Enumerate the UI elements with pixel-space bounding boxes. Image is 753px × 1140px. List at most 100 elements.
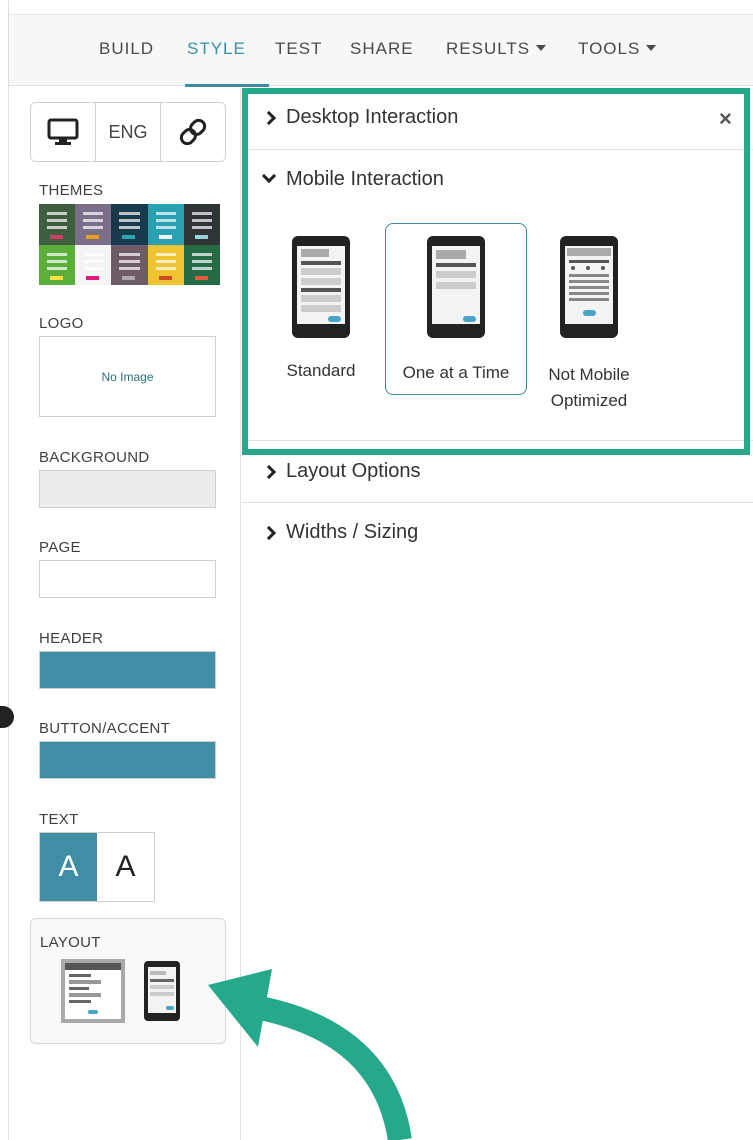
close-icon[interactable]: × <box>719 106 732 132</box>
theme-line <box>47 219 68 222</box>
theme-line <box>155 266 176 270</box>
view-toggle: ENG <box>30 102 226 162</box>
theme-line <box>119 259 140 263</box>
theme-line <box>83 219 104 222</box>
option-one-at-a-time[interactable]: One at a Time <box>385 223 527 395</box>
mobile-layout-icon[interactable] <box>140 957 184 1025</box>
mobile-interaction-label: Mobile Interaction <box>286 168 444 190</box>
background-color-picker[interactable] <box>39 470 216 508</box>
text-color-toggle: A A <box>39 832 155 902</box>
not-optimized-phone-icon <box>560 236 618 338</box>
chevron-right-icon <box>261 525 277 540</box>
nav-results-label: RESULTS <box>446 39 531 58</box>
language-label: ENG <box>108 121 148 142</box>
desktop-interaction-row[interactable]: Desktop Interaction <box>242 88 753 150</box>
layout-panel: LAYOUT <box>30 918 226 1044</box>
option-not-mobile-optimized[interactable]: Not Mobile Optimized <box>534 224 644 424</box>
theme-tile[interactable] <box>111 204 148 245</box>
option-standard-label: Standard <box>286 361 356 380</box>
option-one-at-a-time-label: One at a Time <box>402 363 510 382</box>
header-label: HEADER <box>39 630 104 647</box>
theme-accent <box>122 275 136 280</box>
theme-accent <box>122 235 136 239</box>
chevron-down-icon <box>261 168 277 183</box>
callout-arrow <box>208 969 412 1140</box>
option-standard[interactable]: Standard <box>276 224 366 380</box>
page-color-picker[interactable] <box>39 560 216 598</box>
nav-test[interactable]: TEST <box>275 39 322 59</box>
theme-line <box>47 252 68 256</box>
top-nav: BUILD STYLE TEST SHARE RESULTS TOOLS <box>9 14 753 87</box>
nav-style[interactable]: STYLE <box>187 39 246 59</box>
text-label: TEXT <box>39 811 79 828</box>
logo-upload[interactable]: No Image <box>39 336 216 417</box>
widths-sizing-row[interactable]: Widths / Sizing <box>242 503 753 565</box>
layout-options-label: Layout Options <box>286 460 421 482</box>
theme-line <box>47 266 68 270</box>
theme-accent <box>158 235 172 239</box>
layout-label: LAYOUT <box>40 934 101 951</box>
theme-line <box>83 212 104 215</box>
theme-line <box>155 212 176 215</box>
button-accent-label: BUTTON/ACCENT <box>39 720 171 737</box>
text-dark-option[interactable]: A <box>97 833 154 901</box>
theme-accent <box>50 235 63 239</box>
header-color-picker[interactable] <box>39 651 216 689</box>
nav-results[interactable]: RESULTS <box>446 39 547 59</box>
theme-tile[interactable] <box>147 244 184 285</box>
theme-tile[interactable] <box>75 204 112 245</box>
nav-share[interactable]: SHARE <box>350 39 414 59</box>
page-label: PAGE <box>39 539 81 556</box>
theme-tile[interactable] <box>147 204 184 245</box>
theme-line <box>155 219 176 222</box>
theme-line <box>119 219 140 222</box>
theme-line <box>191 252 212 256</box>
option-not-mobile-optimized-label: Not Mobile Optimized <box>548 365 630 410</box>
theme-line <box>119 212 140 215</box>
theme-line <box>83 252 104 256</box>
theme-accent <box>86 275 100 280</box>
theme-tile[interactable] <box>183 204 220 245</box>
theme-tile[interactable] <box>183 244 220 285</box>
logo-label: LOGO <box>39 315 84 332</box>
theme-line <box>191 259 212 263</box>
chevron-down-icon <box>536 44 547 51</box>
theme-line <box>83 226 104 229</box>
theme-accent <box>50 275 63 280</box>
theme-line <box>119 266 140 270</box>
theme-line <box>83 266 104 270</box>
desktop-interaction-title: Desktop Interaction <box>261 106 458 129</box>
theme-accent <box>158 275 172 280</box>
desktop-layout-icon[interactable] <box>61 959 125 1023</box>
link-icon <box>179 118 207 146</box>
theme-line <box>191 226 212 229</box>
language-button[interactable]: ENG <box>96 103 161 161</box>
theme-line <box>83 259 104 263</box>
chevron-right-icon <box>261 464 277 479</box>
standard-phone-icon <box>292 236 350 338</box>
theme-accent <box>194 275 208 280</box>
widths-sizing-title: Widths / Sizing <box>261 521 419 544</box>
themes-label: THEMES <box>39 182 104 199</box>
theme-tile[interactable] <box>39 204 76 245</box>
button-accent-color-picker[interactable] <box>39 741 216 779</box>
theme-tile[interactable] <box>75 244 112 285</box>
widths-sizing-label: Widths / Sizing <box>286 521 419 543</box>
mobile-interaction-section: Mobile Interaction Standard One at a Tim… <box>242 150 753 441</box>
desktop-view-button[interactable] <box>31 103 96 161</box>
theme-line <box>47 259 68 263</box>
nav-tools-label: TOOLS <box>578 39 641 58</box>
theme-tile[interactable] <box>39 244 76 285</box>
nav-tools[interactable]: TOOLS <box>578 39 657 59</box>
mobile-interaction-title[interactable]: Mobile Interaction <box>261 168 444 191</box>
theme-line <box>155 259 176 263</box>
layout-options-row[interactable]: Layout Options <box>242 441 753 503</box>
chevron-down-icon <box>646 44 657 51</box>
share-link-button[interactable] <box>161 103 225 161</box>
theme-line <box>155 226 176 229</box>
text-light-option[interactable]: A <box>40 833 97 901</box>
theme-line <box>191 266 212 270</box>
background-label: BACKGROUND <box>39 449 150 466</box>
theme-tile[interactable] <box>111 244 148 285</box>
nav-build[interactable]: BUILD <box>99 39 154 59</box>
